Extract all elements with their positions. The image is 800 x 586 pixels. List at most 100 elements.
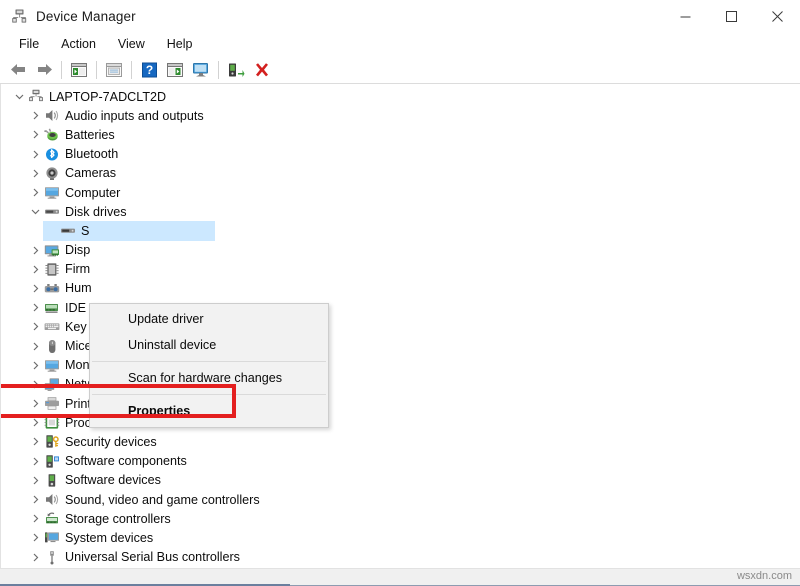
uninstall-device-icon[interactable] <box>249 58 275 82</box>
tree-row-firmware[interactable]: Firm <box>1 260 800 279</box>
hid-icon <box>43 280 61 296</box>
tree-label-display-adapters: Disp <box>65 242 90 258</box>
toolbar-separator <box>96 61 97 79</box>
menu-view[interactable]: View <box>107 34 156 54</box>
context-menu-separator <box>92 394 326 395</box>
minimize-button[interactable] <box>662 0 708 32</box>
chevron-right-icon[interactable] <box>27 399 43 408</box>
chevron-right-icon[interactable] <box>27 188 43 197</box>
speaker-icon <box>43 108 61 124</box>
context-menu-item-update-driver[interactable]: Update driver <box>90 306 328 332</box>
context-menu-item-properties[interactable]: Properties <box>90 398 328 424</box>
tree-label-disk-child: S <box>81 223 89 239</box>
context-menu[interactable]: Update driver Uninstall device Scan for … <box>89 303 329 428</box>
tree-row-software-devices[interactable]: Software devices <box>1 471 800 490</box>
window-title: Device Manager <box>36 9 136 24</box>
bluetooth-icon <box>43 146 61 162</box>
tree-row-sound-video-game[interactable]: Sound, video and game controllers <box>1 490 800 509</box>
tree-row-disk-child-selected[interactable]: S <box>1 221 800 240</box>
chevron-right-icon[interactable] <box>27 437 43 446</box>
tree-row-system-devices[interactable]: System devices <box>1 528 800 547</box>
menu-file[interactable]: File <box>8 34 50 54</box>
chevron-down-icon[interactable] <box>11 92 27 101</box>
tree-row-disk-drives[interactable]: Disk drives <box>1 202 800 221</box>
horizontal-scrollbar[interactable] <box>0 568 800 586</box>
chevron-right-icon[interactable] <box>27 322 43 331</box>
tree-row-storage-controllers[interactable]: Storage controllers <box>1 509 800 528</box>
tree-label-audio: Audio inputs and outputs <box>65 108 204 124</box>
show-hide-console-tree-icon[interactable] <box>66 58 92 82</box>
chevron-right-icon[interactable] <box>27 418 43 427</box>
close-button[interactable] <box>754 0 800 32</box>
tree-label-root: LAPTOP-7ADCLT2D <box>49 89 166 105</box>
processor-icon <box>43 415 61 431</box>
tree-label-software-components: Software components <box>65 453 187 469</box>
properties-icon[interactable] <box>101 58 127 82</box>
horizontal-scrollbar-thumb[interactable] <box>0 571 290 584</box>
chevron-right-icon[interactable] <box>27 476 43 485</box>
menu-bar: File Action View Help <box>0 32 800 56</box>
security-device-icon <box>43 434 61 450</box>
tree-label-disk-drives: Disk drives <box>65 204 127 220</box>
keyboard-icon <box>43 319 61 335</box>
chevron-right-icon[interactable] <box>27 246 43 255</box>
chevron-right-icon[interactable] <box>27 169 43 178</box>
chevron-right-icon[interactable] <box>27 533 43 542</box>
chevron-right-icon[interactable] <box>27 457 43 466</box>
display-adapter-icon <box>43 242 61 258</box>
firmware-icon <box>43 261 61 277</box>
tree-row-root[interactable]: LAPTOP-7ADCLT2D <box>1 87 800 106</box>
tree-row-bluetooth[interactable]: Bluetooth <box>1 145 800 164</box>
chevron-right-icon[interactable] <box>27 111 43 120</box>
chevron-right-icon[interactable] <box>27 130 43 139</box>
toolbar-separator <box>218 61 219 79</box>
disk-drive-icon <box>59 223 77 239</box>
toolbar: ? <box>0 56 800 84</box>
tree-label-bluetooth: Bluetooth <box>65 146 118 162</box>
maximize-button[interactable] <box>708 0 754 32</box>
chevron-right-icon[interactable] <box>27 303 43 312</box>
tree-row-display-adapters[interactable]: Disp <box>1 241 800 260</box>
network-adapter-icon <box>43 376 61 392</box>
tree-row-hid[interactable]: Hum <box>1 279 800 298</box>
tree-label-batteries: Batteries <box>65 127 115 143</box>
tree-row-audio[interactable]: Audio inputs and outputs <box>1 106 800 125</box>
menu-action[interactable]: Action <box>50 34 107 54</box>
chevron-right-icon[interactable] <box>27 265 43 274</box>
chevron-right-icon[interactable] <box>27 342 43 351</box>
tree-label-computer: Computer <box>65 185 120 201</box>
printer-icon <box>43 396 61 412</box>
forward-arrow-icon[interactable] <box>31 58 57 82</box>
chevron-right-icon[interactable] <box>27 495 43 504</box>
update-driver-icon[interactable] <box>162 58 188 82</box>
tree-row-security-devices[interactable]: Security devices <box>1 432 800 451</box>
ide-controller-icon <box>43 300 61 316</box>
watermark: wsxdn.com <box>737 570 792 582</box>
context-menu-item-uninstall-device[interactable]: Uninstall device <box>90 332 328 358</box>
disk-drive-icon <box>43 204 61 220</box>
tree-row-computer[interactable]: Computer <box>1 183 800 202</box>
device-manager-icon <box>10 7 28 25</box>
camera-icon <box>43 165 61 181</box>
tree-label-keyboards: Key <box>65 319 87 335</box>
help-icon[interactable]: ? <box>136 58 162 82</box>
tree-label-ide: IDE <box>65 300 86 316</box>
chevron-right-icon[interactable] <box>27 380 43 389</box>
storage-controller-icon <box>43 511 61 527</box>
chevron-down-icon[interactable] <box>27 207 43 216</box>
chevron-right-icon[interactable] <box>27 284 43 293</box>
device-tree-pane[interactable]: LAPTOP-7ADCLT2D Audio <box>0 84 800 568</box>
chevron-right-icon[interactable] <box>27 553 43 562</box>
context-menu-item-scan-hardware-changes[interactable]: Scan for hardware changes <box>90 365 328 391</box>
back-arrow-icon[interactable] <box>5 58 31 82</box>
chevron-right-icon[interactable] <box>27 150 43 159</box>
chevron-right-icon[interactable] <box>27 361 43 370</box>
chevron-right-icon[interactable] <box>27 514 43 523</box>
tree-row-usb-controllers[interactable]: Universal Serial Bus controllers <box>1 548 800 567</box>
tree-row-batteries[interactable]: Batteries <box>1 125 800 144</box>
scan-hardware-changes-icon[interactable] <box>188 58 214 82</box>
tree-row-software-components[interactable]: Software components <box>1 452 800 471</box>
menu-help[interactable]: Help <box>156 34 204 54</box>
tree-row-cameras[interactable]: Cameras <box>1 164 800 183</box>
enable-device-icon[interactable] <box>223 58 249 82</box>
